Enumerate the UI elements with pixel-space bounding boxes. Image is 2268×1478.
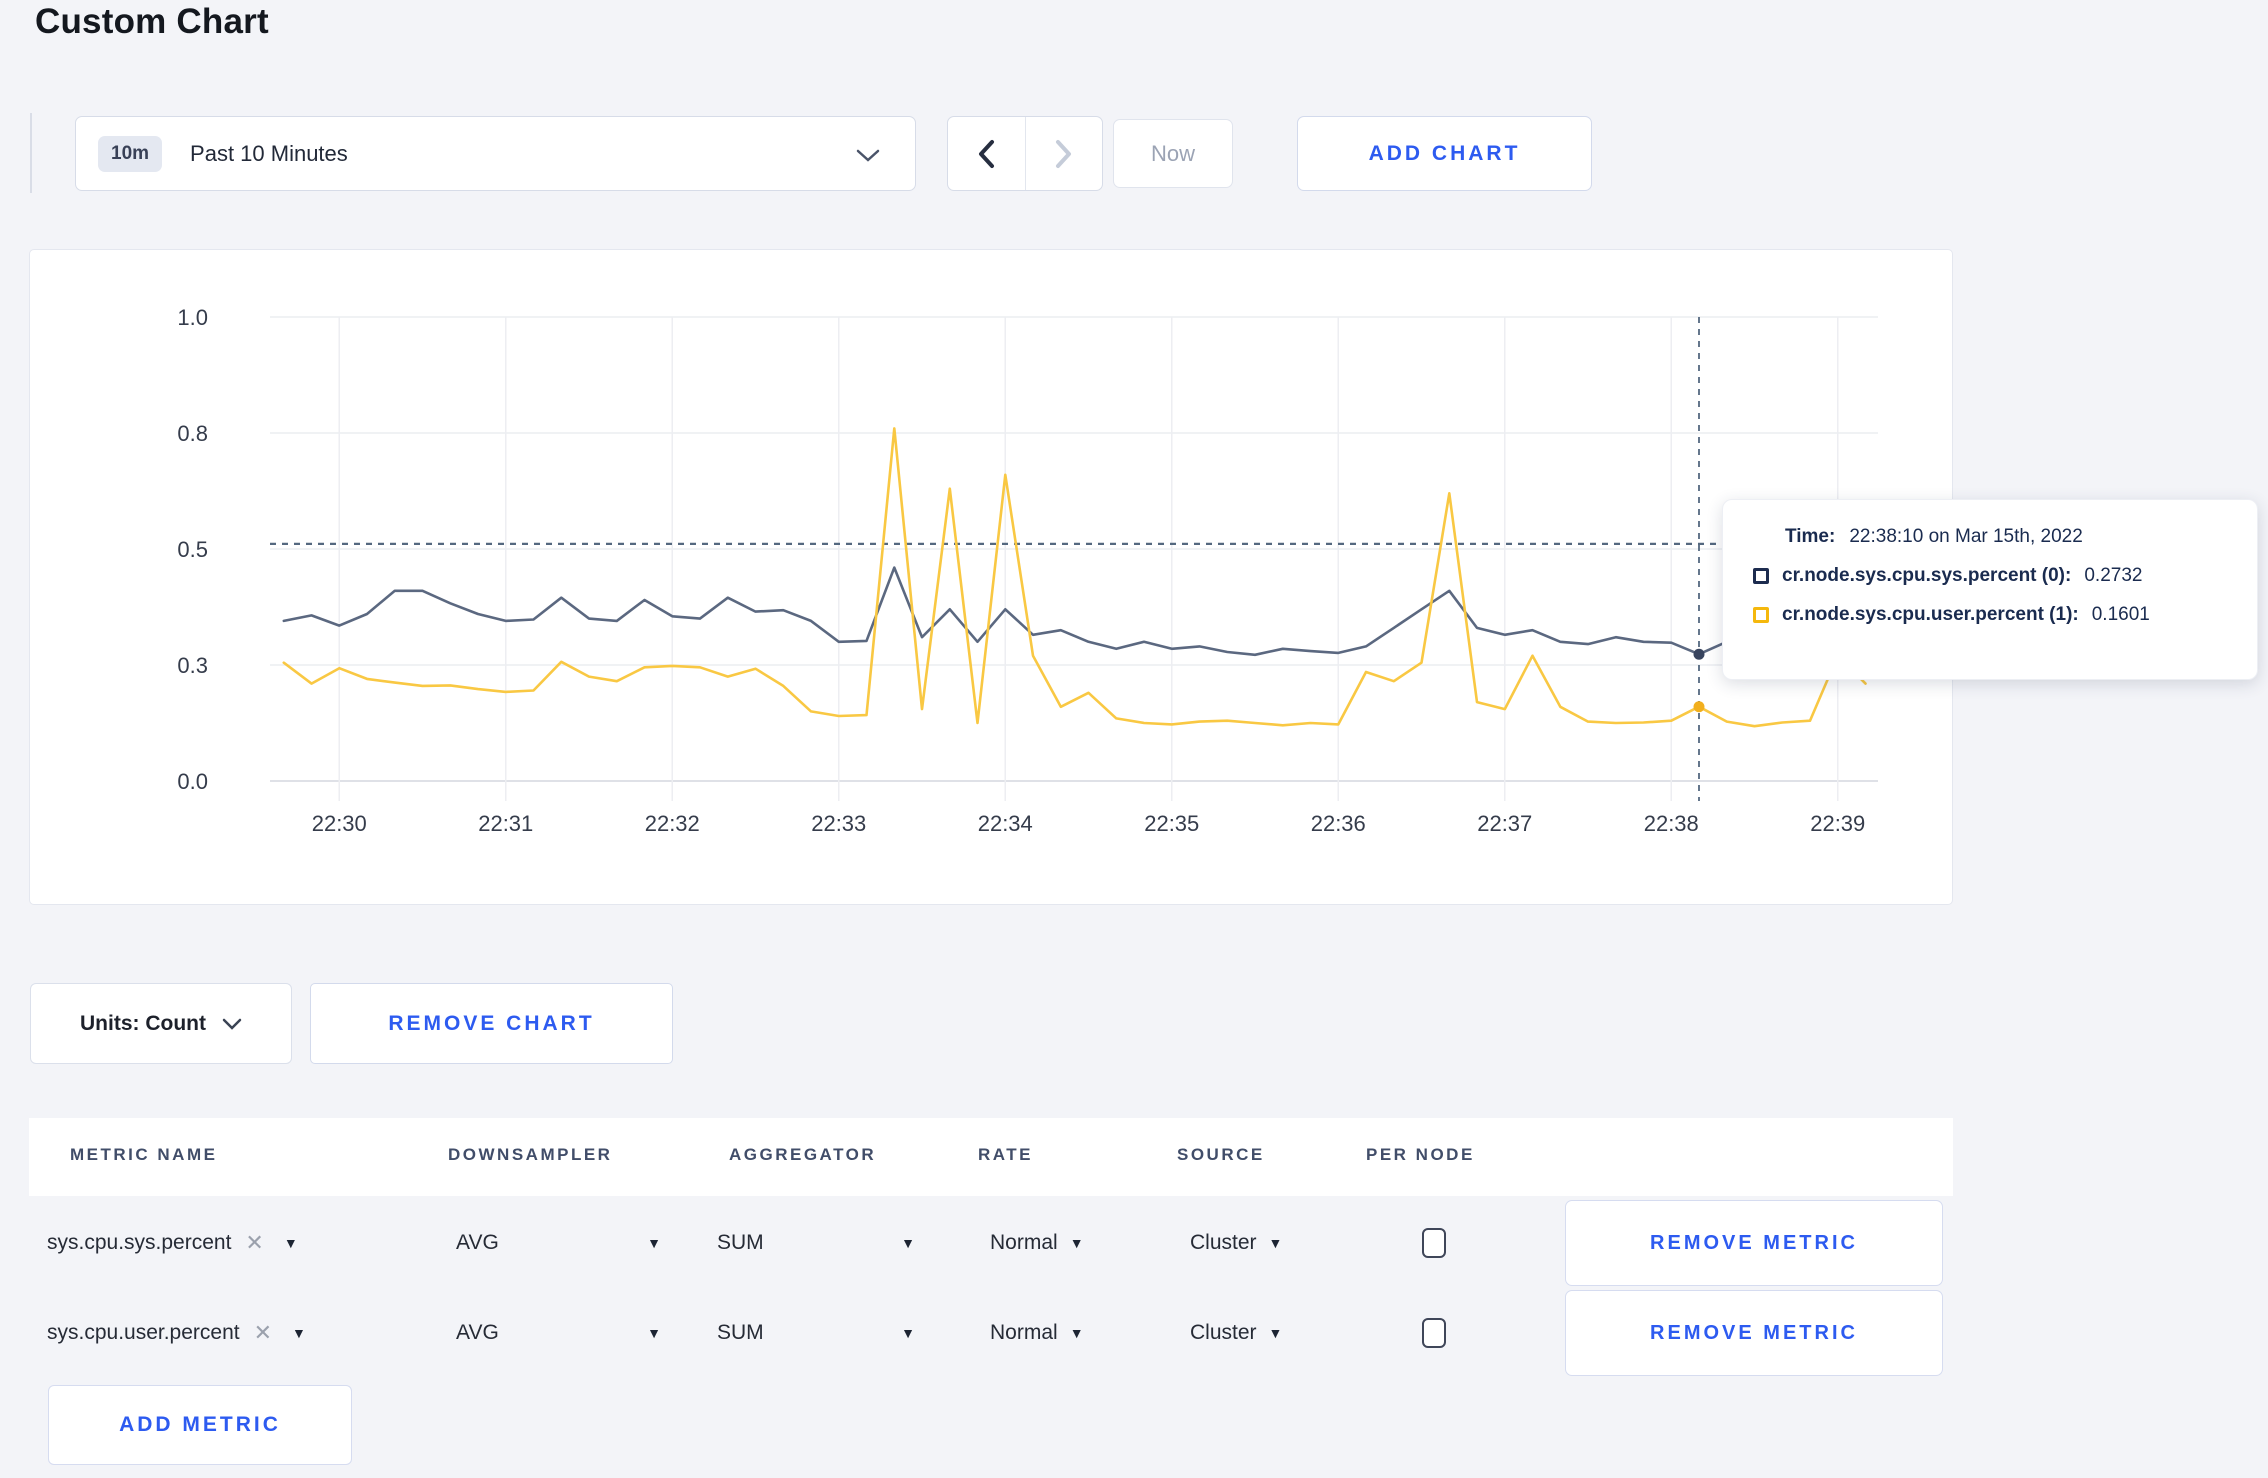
dropdown-caret-icon: ▼ bbox=[647, 1235, 661, 1251]
svg-text:22:30: 22:30 bbox=[312, 811, 367, 836]
dropdown-caret-icon: ▼ bbox=[1069, 1325, 1084, 1341]
now-button[interactable]: Now bbox=[1113, 119, 1233, 188]
tooltip-series-value: 0.1601 bbox=[2091, 604, 2150, 625]
column-header-rate: RATE bbox=[978, 1145, 1034, 1164]
svg-text:22:38: 22:38 bbox=[1644, 811, 1699, 836]
dropdown-caret-icon: ▼ bbox=[1268, 1325, 1283, 1341]
dropdown-caret-icon: ▼ bbox=[283, 1235, 298, 1251]
svg-text:22:32: 22:32 bbox=[645, 811, 700, 836]
metric-name-dropdown[interactable]: sys.cpu.sys.percent ✕ ▼ bbox=[47, 1200, 377, 1286]
aggregator-value: SUM bbox=[717, 1321, 764, 1344]
rate-value: Normal bbox=[990, 1231, 1058, 1254]
metric-name-value: sys.cpu.user.percent bbox=[47, 1321, 240, 1344]
source-value: Cluster bbox=[1190, 1231, 1257, 1254]
dropdown-caret-icon: ▼ bbox=[901, 1325, 915, 1341]
column-header-source: SOURCE bbox=[1177, 1145, 1265, 1164]
tooltip-time-label: Time: bbox=[1785, 526, 1836, 547]
add-metric-button[interactable]: ADD METRIC bbox=[48, 1385, 352, 1465]
column-header-per-node: PER NODE bbox=[1366, 1145, 1475, 1164]
metric-row: sys.cpu.user.percent ✕ ▼ AVG ▼ SUM ▼ Nor… bbox=[29, 1290, 1953, 1376]
units-dropdown[interactable]: Units: Count bbox=[30, 983, 292, 1064]
tooltip-series-label: cr.node.sys.cpu.sys.percent (0): bbox=[1782, 565, 2072, 586]
dropdown-caret-icon: ▼ bbox=[901, 1235, 915, 1251]
time-window-label: Past 10 Minutes bbox=[190, 140, 348, 166]
tooltip-series-row: cr.node.sys.cpu.sys.percent (0): 0.2732 bbox=[1753, 565, 2257, 587]
svg-text:0.3: 0.3 bbox=[177, 653, 208, 678]
time-nav-group bbox=[947, 116, 1103, 191]
dropdown-caret-icon: ▼ bbox=[1069, 1235, 1084, 1251]
downsampler-dropdown[interactable]: AVG ▼ bbox=[456, 1290, 661, 1376]
aggregator-value: SUM bbox=[717, 1231, 764, 1254]
tooltip-time-value: 22:38:10 on Mar 15th, 2022 bbox=[1849, 526, 2083, 547]
add-chart-button[interactable]: ADD CHART bbox=[1297, 116, 1592, 191]
svg-text:22:39: 22:39 bbox=[1810, 811, 1865, 836]
source-value: Cluster bbox=[1190, 1321, 1257, 1344]
tooltip-series-value: 0.2732 bbox=[2084, 565, 2143, 586]
time-window-selector[interactable]: 10m Past 10 Minutes bbox=[75, 116, 916, 191]
units-label: Units: Count bbox=[80, 1011, 206, 1035]
dropdown-caret-icon: ▼ bbox=[292, 1325, 306, 1341]
toolbar-divider bbox=[30, 113, 32, 193]
svg-text:0.8: 0.8 bbox=[177, 421, 208, 446]
remove-metric-x-icon[interactable]: ✕ bbox=[254, 1320, 272, 1346]
time-back-button[interactable] bbox=[948, 117, 1026, 190]
dropdown-caret-icon: ▼ bbox=[1268, 1235, 1283, 1251]
aggregator-dropdown[interactable]: SUM ▼ bbox=[717, 1290, 915, 1376]
remove-metric-button[interactable]: REMOVE METRIC bbox=[1565, 1200, 1943, 1286]
remove-chart-button[interactable]: REMOVE CHART bbox=[310, 983, 673, 1064]
chart-panel: 0.0 0.3 0.5 0.8 1.0 22:30 22:31 22:32 22:33 22:34… bbox=[29, 249, 1953, 905]
svg-text:22:37: 22:37 bbox=[1477, 811, 1532, 836]
line-chart[interactable]: 0.0 0.3 0.5 0.8 1.0 22:30 22:31 22:32 22:33 22:34… bbox=[30, 250, 1951, 903]
svg-text:22:33: 22:33 bbox=[811, 811, 866, 836]
chevron-left-icon bbox=[979, 139, 995, 168]
column-header-downsampler: DOWNSAMPLER bbox=[448, 1145, 613, 1164]
source-dropdown[interactable]: Cluster ▼ bbox=[1190, 1290, 1330, 1376]
svg-text:22:34: 22:34 bbox=[978, 811, 1033, 836]
metric-name-value: sys.cpu.sys.percent bbox=[47, 1231, 232, 1254]
svg-text:0.5: 0.5 bbox=[177, 537, 208, 562]
remove-metric-x-icon[interactable]: ✕ bbox=[245, 1230, 263, 1256]
time-forward-button[interactable] bbox=[1026, 117, 1103, 190]
dropdown-caret-icon: ▼ bbox=[647, 1325, 661, 1341]
downsampler-value: AVG bbox=[456, 1321, 499, 1344]
series-sys-swatch-icon bbox=[1753, 568, 1769, 584]
svg-text:22:31: 22:31 bbox=[478, 811, 533, 836]
page-title: Custom Chart bbox=[35, 2, 269, 41]
per-node-checkbox[interactable] bbox=[1422, 1318, 1446, 1348]
custom-chart-page: Custom Chart 10m Past 10 Minutes Now ADD… bbox=[0, 0, 2268, 1478]
per-node-checkbox[interactable] bbox=[1422, 1228, 1446, 1258]
downsampler-dropdown[interactable]: AVG ▼ bbox=[456, 1200, 661, 1286]
rate-dropdown[interactable]: Normal ▼ bbox=[990, 1200, 1120, 1286]
remove-metric-button[interactable]: REMOVE METRIC bbox=[1565, 1290, 1943, 1376]
rate-value: Normal bbox=[990, 1321, 1058, 1344]
aggregator-dropdown[interactable]: SUM ▼ bbox=[717, 1200, 915, 1286]
svg-text:0.0: 0.0 bbox=[177, 769, 208, 794]
svg-text:1.0: 1.0 bbox=[177, 305, 208, 330]
source-dropdown[interactable]: Cluster ▼ bbox=[1190, 1200, 1330, 1286]
column-header-metric-name: METRIC NAME bbox=[70, 1145, 218, 1164]
chevron-right-icon bbox=[1055, 139, 1071, 168]
series-user-swatch-icon bbox=[1753, 607, 1769, 623]
chevron-down-icon bbox=[856, 149, 880, 162]
rate-dropdown[interactable]: Normal ▼ bbox=[990, 1290, 1120, 1376]
metric-name-dropdown[interactable]: sys.cpu.user.percent ✕ ▼ bbox=[47, 1290, 377, 1376]
svg-text:22:36: 22:36 bbox=[1311, 811, 1366, 836]
chevron-down-icon bbox=[222, 1018, 242, 1030]
svg-text:22:35: 22:35 bbox=[1144, 811, 1199, 836]
column-header-aggregator: AGGREGATOR bbox=[729, 1145, 877, 1164]
downsampler-value: AVG bbox=[456, 1231, 499, 1254]
tooltip-time-row: Time: 22:38:10 on Mar 15th, 2022 bbox=[1785, 526, 2257, 548]
tooltip-series-row: cr.node.sys.cpu.user.percent (1): 0.1601 bbox=[1753, 604, 2257, 626]
time-window-badge: 10m bbox=[98, 135, 163, 172]
tooltip-series-label: cr.node.sys.cpu.user.percent (1): bbox=[1782, 604, 2079, 625]
metrics-table-header: METRIC NAME DOWNSAMPLER AGGREGATOR RATE … bbox=[29, 1118, 1953, 1196]
chart-tooltip: Time: 22:38:10 on Mar 15th, 2022 cr.node.… bbox=[1722, 499, 2258, 680]
metric-row: sys.cpu.sys.percent ✕ ▼ AVG ▼ SUM ▼ Norm… bbox=[29, 1200, 1953, 1286]
